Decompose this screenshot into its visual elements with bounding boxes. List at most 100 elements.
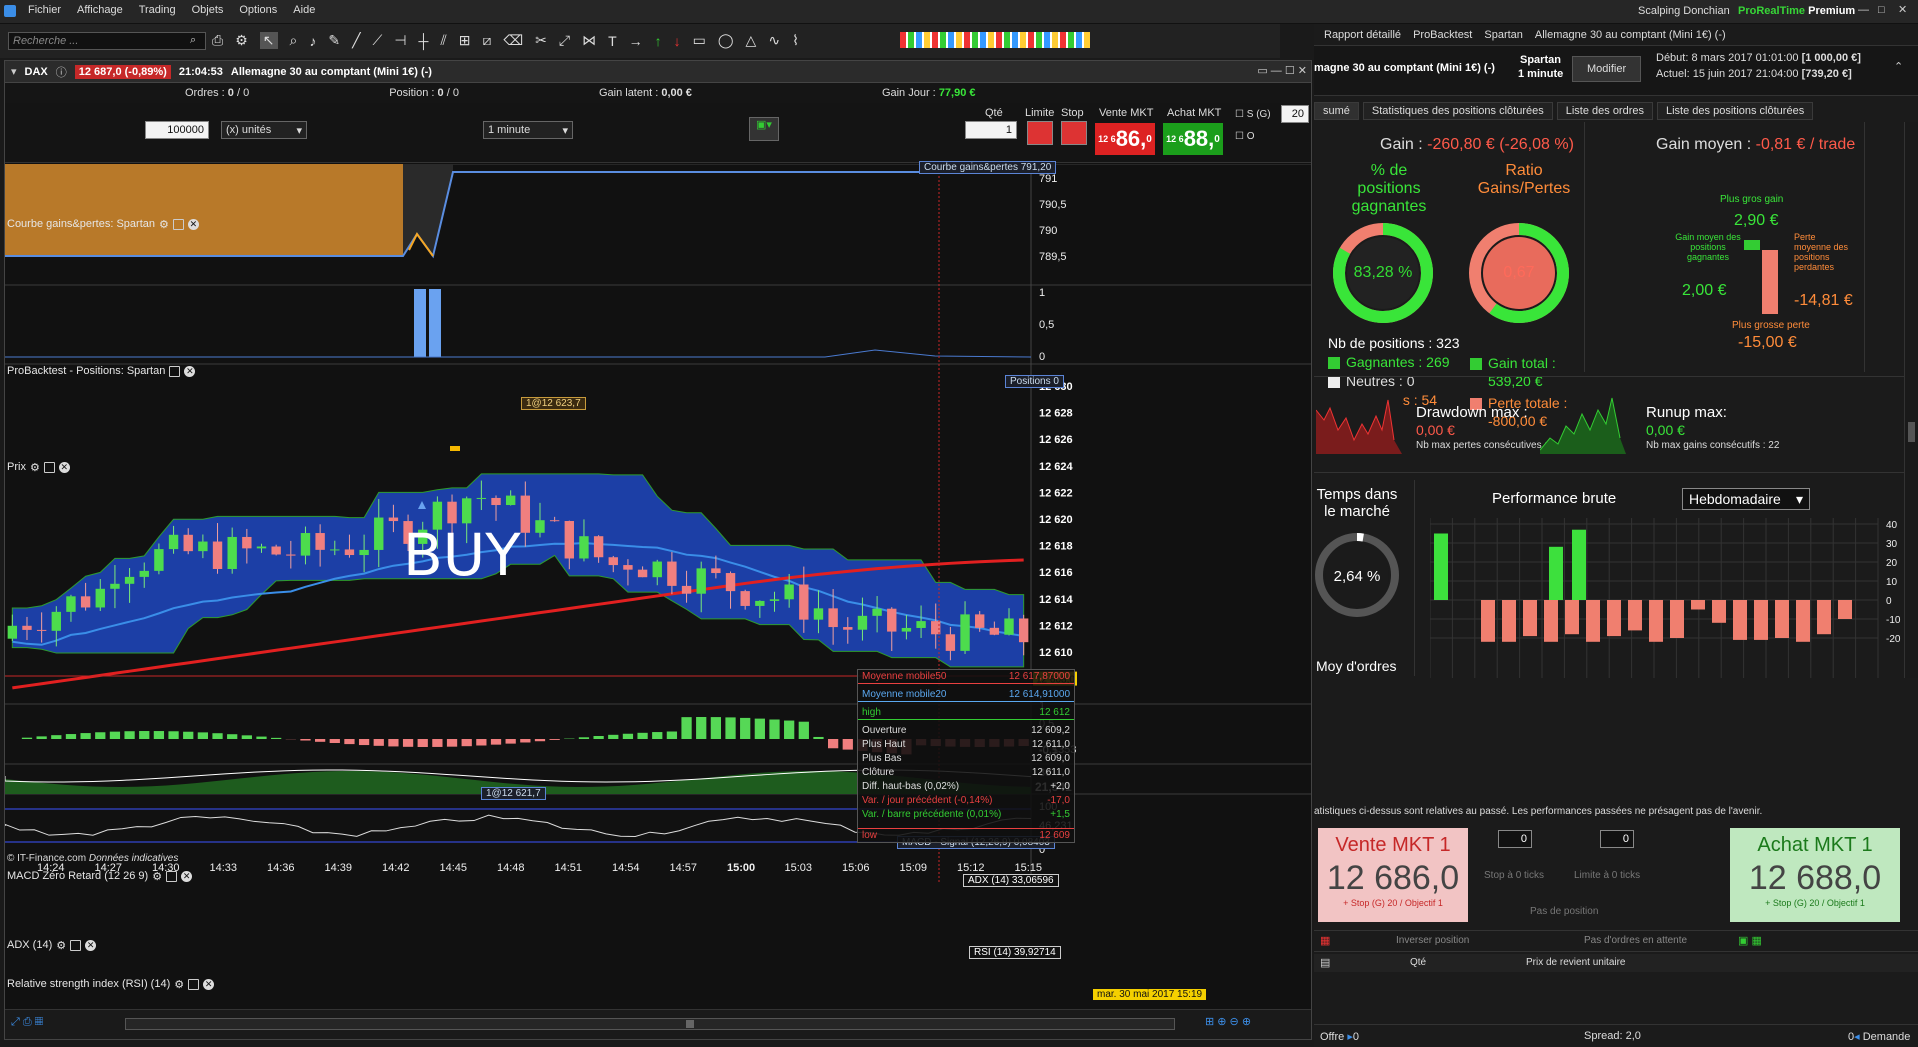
ruler-icon[interactable]: ✎ (328, 32, 340, 49)
arrow-down-icon[interactable]: ↓ (674, 33, 681, 49)
limit-button[interactable] (1027, 121, 1053, 145)
window-icon[interactable] (166, 870, 178, 882)
window-icon[interactable] (70, 939, 82, 951)
menu-options[interactable]: Options (239, 4, 277, 16)
trendline-icon[interactable]: ⟋ (373, 32, 383, 49)
color-palette[interactable] (900, 32, 1090, 48)
chart-tools-icon[interactable]: ⤢ ⎙ ▦ (11, 1016, 43, 1029)
close-icon[interactable]: ✕ (187, 218, 199, 230)
menu-aide[interactable]: Aide (293, 4, 315, 16)
timeframe-select[interactable]: 1 minute ▾ (483, 121, 573, 139)
tab-rapport[interactable]: Rapport détaillé (1324, 29, 1401, 41)
info-icon[interactable]: ⓘ (56, 64, 67, 80)
minimize-window-button[interactable]: — (1858, 4, 1869, 16)
channel-icon[interactable]: ⧄ (482, 32, 491, 49)
buy-market-button[interactable]: 12 6 88, 0 (1163, 123, 1223, 155)
wrench-icon[interactable]: ⚙ (152, 870, 162, 883)
unit-select[interactable]: (x) unités ▾ (221, 121, 307, 139)
search-input[interactable]: Recherche ... (8, 32, 206, 50)
stop-button[interactable] (1061, 121, 1087, 145)
macd-bar (402, 739, 414, 747)
tab-orders[interactable]: Liste des ordres (1556, 102, 1653, 120)
print-icon[interactable]: ⎙ (212, 32, 223, 49)
close-window-button[interactable]: ✕ (1898, 3, 1907, 16)
wrench-icon[interactable]: ⚙ (174, 978, 184, 991)
candle (256, 546, 267, 549)
strategy-button[interactable]: ▣▾ (749, 117, 779, 141)
triangle-icon[interactable]: △ (746, 32, 757, 49)
position-label: Position : (389, 87, 435, 99)
moy-label: Moy d'ordres (1316, 658, 1397, 674)
trash-icon[interactable]: ⌫ (503, 32, 523, 49)
wrench-icon[interactable]: ⚙ (56, 939, 66, 952)
menu-affichage[interactable]: Affichage (77, 4, 123, 16)
sg-checkbox[interactable]: ☐ S (G) (1235, 109, 1271, 120)
tools-icon[interactable]: ✂ (535, 32, 547, 49)
line-icon[interactable]: ╱ (352, 32, 360, 49)
wave-icon[interactable]: ∿ (768, 32, 780, 49)
wrench-icon[interactable]: ⚙ (235, 32, 248, 49)
window-icon[interactable] (169, 365, 181, 377)
window-icon[interactable] (172, 218, 184, 230)
vline-icon[interactable]: ┼ (419, 33, 429, 49)
close-icon[interactable]: ✕ (85, 939, 97, 951)
tab-closed-positions[interactable]: Liste des positions clôturées (1657, 102, 1814, 120)
menu-trading[interactable]: Trading (139, 4, 176, 16)
wrench-icon[interactable]: ⚙ (30, 461, 40, 474)
collapse-icon[interactable]: ⌃ (1894, 60, 1903, 73)
tab-stats[interactable]: Statistiques des positions clôturées (1362, 102, 1553, 120)
fib-icon[interactable]: ⊞ (459, 32, 471, 49)
chart-scrollbar[interactable] (125, 1018, 1175, 1030)
perf-period-select[interactable]: Hebdomadaire ▾ (1682, 488, 1810, 510)
close-icon[interactable]: ✕ (184, 365, 196, 377)
maximize-window-button[interactable]: □ (1878, 4, 1885, 16)
sell-order-card[interactable]: Vente MKT 1 12 686,0 + Stop (G) 20 / Obj… (1318, 828, 1468, 922)
sell-market-button[interactable]: 12 6 86, 0 (1095, 123, 1155, 155)
hline-icon[interactable]: ⊣ (394, 32, 406, 49)
menu-fichier[interactable]: Fichier (28, 4, 61, 16)
close-icon[interactable]: ✕ (58, 461, 70, 473)
sg-input[interactable]: 20 (1281, 105, 1309, 123)
arrow-right-icon[interactable]: → (629, 33, 643, 49)
inverse-position-button[interactable]: Inverser position (1396, 935, 1469, 946)
arrow-up-icon[interactable]: ↑ (655, 33, 662, 49)
report-scrollbar[interactable] (1904, 122, 1918, 678)
limit-ticks-input[interactable]: 0 (1600, 830, 1634, 848)
magnet-icon[interactable]: ⋈ (582, 32, 596, 49)
resize-icon[interactable]: ⤢ (559, 32, 570, 49)
qte-value: 1 (1005, 124, 1012, 136)
bell-icon[interactable]: ♪ (309, 33, 316, 49)
modify-button[interactable]: Modifier (1572, 56, 1642, 82)
qte-input[interactable]: 1 (965, 121, 1017, 139)
chart-symbol[interactable]: DAX (25, 66, 48, 78)
wrench-icon[interactable]: ⚙ (159, 218, 169, 231)
ellipse-icon[interactable]: ◯ (718, 32, 734, 49)
stop-ticks-input[interactable]: 0 (1498, 830, 1532, 848)
o-checkbox[interactable]: ☐ O (1235, 131, 1255, 142)
quantity-input[interactable]: 100000 (145, 121, 209, 139)
buy-order-card[interactable]: Achat MKT 1 12 688,0 + Stop (G) 20 / Obj… (1730, 828, 1900, 922)
fan-icon[interactable]: ⫽ (440, 32, 446, 49)
window-icon[interactable] (43, 461, 55, 473)
chart-order-icon[interactable]: ▦ (1320, 934, 1330, 947)
close-icon[interactable]: ✕ (181, 870, 193, 882)
zoom-controls-icon[interactable]: ⊞ ⊕ ⊖ ⊕ (1205, 1015, 1251, 1028)
window-icon[interactable] (188, 978, 200, 990)
tab-spartan[interactable]: Spartan (1484, 29, 1523, 41)
order-tools-icon[interactable]: ▣ ▦ (1738, 934, 1762, 947)
tab-instrument[interactable]: Allemagne 30 au comptant (Mini 1€) (-) (1535, 29, 1726, 41)
candle (1018, 618, 1029, 643)
text-icon[interactable]: T (608, 33, 617, 49)
zoom-icon[interactable]: ⌕ (290, 32, 298, 49)
tab-resume[interactable]: sumé (1314, 102, 1359, 120)
close-icon[interactable]: ✕ (203, 978, 215, 990)
chart-window-controls[interactable]: ▭ — ☐ ✕ (1257, 64, 1307, 77)
rectangle-icon[interactable]: ▭ (693, 32, 706, 49)
tab-probacktest[interactable]: ProBacktest (1413, 29, 1472, 41)
pattern-icon[interactable]: ⌇ (792, 32, 799, 49)
chart-canvas[interactable]: 791790,5790789,510,5012 63012 62812 6261… (5, 164, 1311, 1034)
menu-objets[interactable]: Objets (192, 4, 224, 16)
workspace-name[interactable]: Scalping Donchian (1638, 5, 1730, 17)
chart-menu-icon[interactable]: ▾ (11, 65, 17, 78)
cursor-icon[interactable]: ↖ (259, 32, 278, 49)
